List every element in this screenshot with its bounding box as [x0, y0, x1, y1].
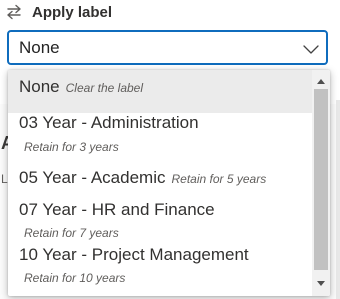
background-text-fragment: L — [1, 172, 8, 186]
label-listbox[interactable]: None Clear the label 03 Year - Administr… — [8, 70, 330, 296]
option-description: Retain for 5 years — [171, 172, 267, 186]
option-label: 10 Year - Project Management — [19, 245, 249, 264]
scrollbar-thumb[interactable] — [314, 89, 328, 270]
apply-label-header: Apply label — [5, 3, 112, 21]
option-description: Retain for 3 years — [24, 140, 119, 154]
apply-label-panel: A L Apply label None None Clear the labe… — [0, 0, 340, 299]
option-label: 05 Year - Academic — [19, 168, 166, 187]
swap-arrows-icon — [5, 4, 23, 20]
option-07-year-hr-finance[interactable]: 07 Year - HR and Finance Retain for 7 ye… — [8, 200, 312, 245]
option-03-year-administration[interactable]: 03 Year - Administration Retain for 3 ye… — [8, 113, 312, 161]
scroll-up-arrow-icon[interactable] — [312, 73, 330, 89]
label-select[interactable]: None — [7, 30, 328, 65]
label-options: None Clear the label 03 Year - Administr… — [8, 70, 312, 296]
option-description: Retain for 7 years — [24, 226, 119, 240]
selected-label-value: None — [19, 37, 60, 57]
option-label: None — [19, 77, 60, 96]
apply-label-title: Apply label — [32, 3, 113, 21]
chevron-down-icon[interactable] — [302, 42, 320, 54]
option-description: Clear the label — [65, 81, 144, 95]
background-divider — [336, 100, 340, 299]
scroll-down-arrow-icon[interactable] — [312, 276, 330, 292]
option-label: 03 Year - Administration — [19, 113, 199, 132]
listbox-scrollbar[interactable] — [312, 70, 330, 296]
option-label: 07 Year - HR and Finance — [19, 200, 215, 219]
option-description: Retain for 10 years — [24, 271, 126, 285]
option-05-year-academic[interactable]: 05 Year - Academic Retain for 5 years — [8, 161, 312, 195]
option-10-year-project-management[interactable]: 10 Year - Project Management Retain for … — [8, 245, 312, 296]
option-none[interactable]: None Clear the label — [8, 70, 312, 113]
